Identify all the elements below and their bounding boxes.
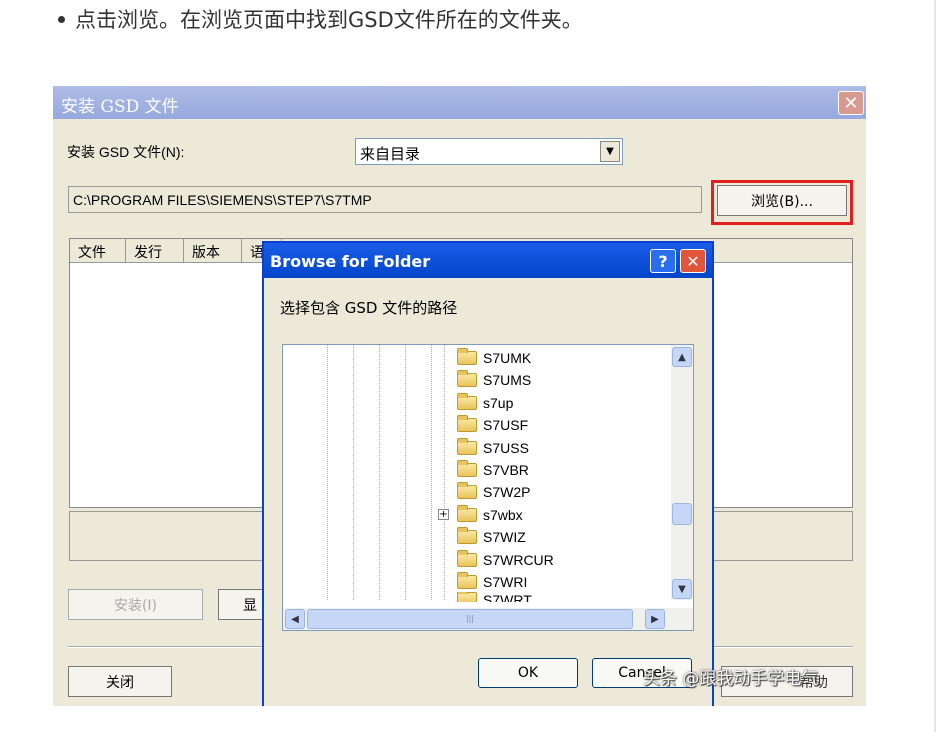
tree-item[interactable]: S7WRCUR bbox=[457, 549, 554, 571]
folder-icon bbox=[457, 572, 477, 589]
folder-icon bbox=[457, 460, 477, 477]
tree-item-label: s7up bbox=[483, 395, 514, 411]
folder-icon bbox=[457, 393, 477, 410]
folder-icon bbox=[457, 550, 477, 567]
tree-item-label: S7WRCUR bbox=[483, 552, 554, 568]
dialog-title: 安装 GSD 文件 bbox=[61, 97, 179, 117]
expand-plus-icon[interactable]: + bbox=[438, 509, 449, 520]
instruction-text: 点击浏览。在浏览页面中找到GSD文件所在的文件夹。 bbox=[75, 8, 583, 32]
tree-guide-line bbox=[444, 345, 445, 600]
path-field[interactable]: C:\PROGRAM FILES\SIEMENS\STEP7\S7TMP bbox=[68, 186, 702, 213]
tree-item-label: S7W2P bbox=[483, 484, 531, 500]
ok-button[interactable]: OK bbox=[478, 658, 578, 688]
tree-item[interactable]: S7WRI bbox=[457, 571, 527, 593]
source-select[interactable]: 来自目录 ▼ bbox=[355, 138, 623, 165]
page-divider bbox=[934, 0, 936, 732]
browse-for-folder-dialog: Browse for Folder ? ✕ 选择包含 GSD 文件的路径 S7U… bbox=[262, 241, 714, 706]
horizontal-scroll-thumb[interactable]: ||| bbox=[307, 609, 633, 629]
vertical-scrollbar[interactable]: ▲ ▼ bbox=[671, 345, 693, 600]
help-icon[interactable]: ? bbox=[650, 249, 676, 273]
tree-item[interactable]: S7VBR bbox=[457, 459, 529, 481]
horizontal-scrollbar[interactable]: ◀ ||| ▶ bbox=[283, 608, 693, 630]
browse-prompt: 选择包含 GSD 文件的路径 bbox=[280, 299, 458, 317]
tree-item[interactable]: S7UMK bbox=[457, 347, 531, 369]
bullet-dot bbox=[58, 15, 65, 23]
folder-icon bbox=[457, 505, 477, 522]
column-header[interactable]: 文件 bbox=[70, 239, 126, 263]
vertical-scroll-thumb[interactable] bbox=[672, 503, 692, 525]
tree-item[interactable]: S7USS bbox=[457, 437, 529, 459]
tree-item-label: S7UMS bbox=[483, 372, 532, 388]
tree-item[interactable]: S7USF bbox=[457, 414, 528, 436]
tree-item[interactable]: s7up bbox=[457, 392, 513, 414]
tree-item-label: S7WRI bbox=[483, 574, 528, 590]
tree-item[interactable]: s7wbx bbox=[457, 504, 523, 526]
folder-icon bbox=[457, 482, 477, 499]
tree-guide-line bbox=[431, 345, 432, 600]
tree-item[interactable]: S7W2P bbox=[457, 481, 530, 503]
source-label: 安装 GSD 文件(N): bbox=[67, 144, 185, 160]
path-value: C:\PROGRAM FILES\SIEMENS\STEP7\S7TMP bbox=[73, 192, 372, 208]
chevron-down-icon[interactable]: ▼ bbox=[600, 141, 620, 162]
tree-guide-line bbox=[379, 345, 380, 600]
folder-icon bbox=[457, 415, 477, 432]
folder-icon bbox=[457, 438, 477, 455]
tree-item-label: S7WIZ bbox=[483, 529, 526, 545]
browse-dialog-title: Browse for Folder bbox=[270, 252, 431, 271]
tree-item-label: S7USF bbox=[483, 417, 529, 433]
source-select-value: 来自目录 bbox=[360, 145, 421, 163]
browse-button[interactable]: 浏览(B)... bbox=[717, 185, 847, 216]
folder-icon bbox=[457, 592, 477, 602]
folder-icon bbox=[457, 348, 477, 365]
dialog-titlebar: 安装 GSD 文件 ✕ bbox=[53, 86, 866, 119]
scroll-left-icon[interactable]: ◀ bbox=[285, 609, 305, 629]
column-header[interactable]: 版本 bbox=[184, 239, 242, 263]
tree-item[interactable]: S7WIZ bbox=[457, 526, 526, 548]
tree-item-label: S7VBR bbox=[483, 462, 529, 478]
scroll-down-icon[interactable]: ▼ bbox=[672, 579, 692, 599]
folder-icon bbox=[457, 527, 477, 544]
tree-item-label: S7USS bbox=[483, 440, 529, 456]
tree-guide-line bbox=[405, 345, 406, 600]
browse-dialog-titlebar: Browse for Folder ? ✕ bbox=[264, 243, 712, 278]
folder-icon bbox=[457, 370, 477, 387]
scroll-right-icon[interactable]: ▶ bbox=[645, 609, 665, 629]
tree-item[interactable]: S7UMS bbox=[457, 369, 531, 391]
close-icon[interactable]: ✕ bbox=[838, 91, 864, 115]
tree-guide-line bbox=[327, 345, 328, 600]
tree-item-label: S7UMK bbox=[483, 350, 532, 366]
tree-guide-line bbox=[353, 345, 354, 600]
install-button[interactable]: 安装(I) bbox=[68, 589, 203, 620]
tree-item-label: S7WRT bbox=[483, 592, 532, 602]
install-gsd-dialog: 安装 GSD 文件 ✕ 安装 GSD 文件(N): 来自目录 ▼ C:\PROG… bbox=[53, 86, 866, 706]
close-icon[interactable]: ✕ bbox=[680, 249, 706, 273]
folder-tree[interactable]: S7UMK S7UMS s7up S7USF S7USS S7VBR S7W2P… bbox=[282, 344, 694, 631]
tree-item-label: s7wbx bbox=[483, 507, 523, 523]
scroll-up-icon[interactable]: ▲ bbox=[672, 347, 692, 367]
column-header[interactable]: 发行 bbox=[126, 239, 184, 263]
tree-item[interactable]: S7WRT bbox=[457, 592, 532, 602]
watermark-text: 头条 @跟我动手学电气 bbox=[643, 669, 819, 689]
close-button[interactable]: 关闭 bbox=[68, 666, 172, 697]
instruction-bullet: 点击浏览。在浏览页面中找到GSD文件所在的文件夹。 bbox=[58, 4, 583, 34]
